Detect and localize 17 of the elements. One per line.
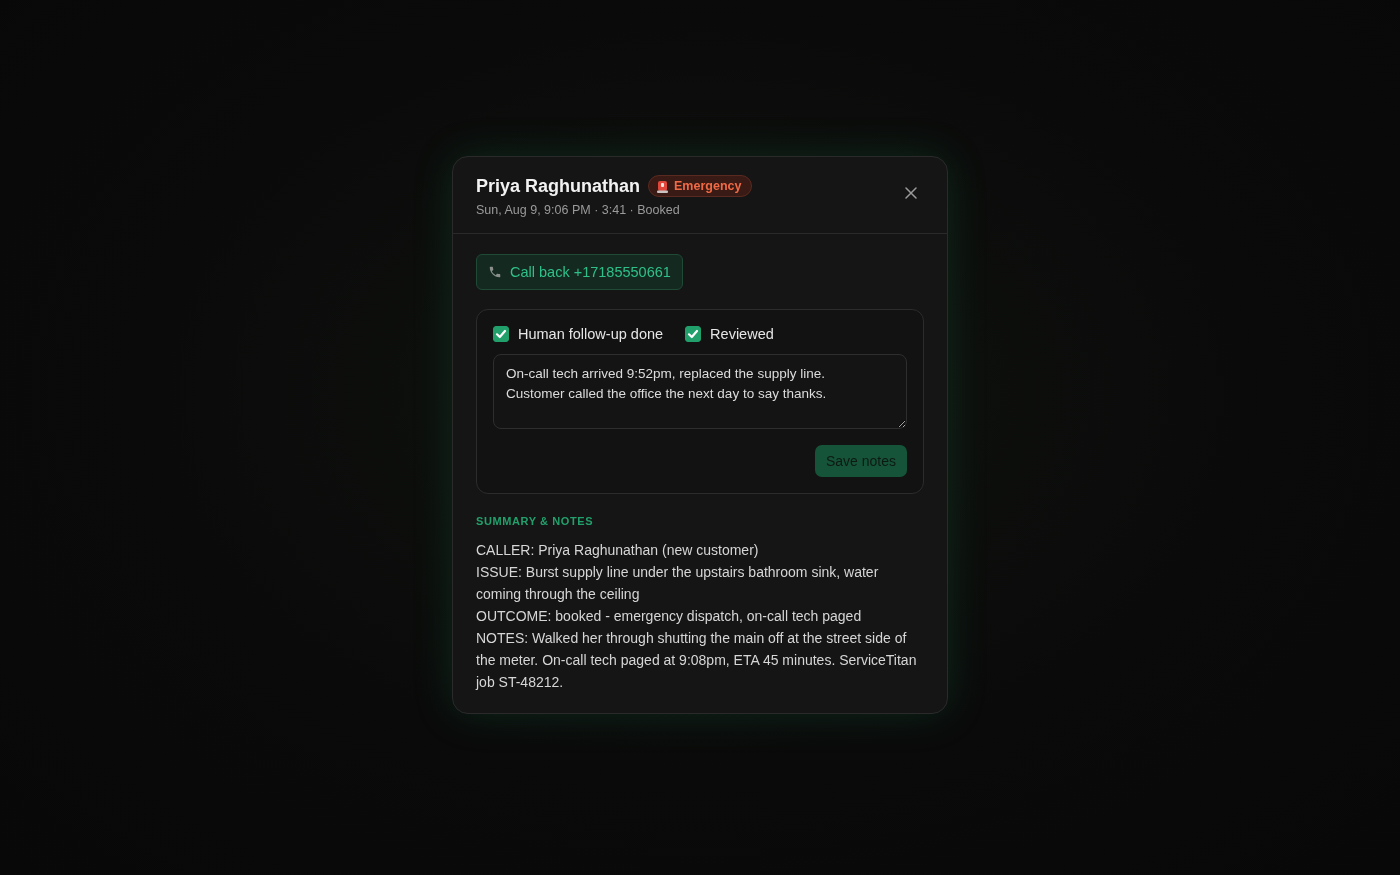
call-meta: Sun, Aug 9, 9:06 PM · 3:41 · Booked (476, 203, 681, 217)
checkbox[interactable] (493, 326, 509, 342)
summary-line: CALLER: Priya Raghunathan (new customer) (476, 541, 760, 560)
summary-line: NOTES: Walked her through shutting the main off at the street side of the meter. On-call tech paged at 9:08pm, ETA 45 minutes. ServiceTitan job ST-48212. (476, 629, 918, 692)
close-icon (905, 187, 917, 199)
summary-line: OUTCOME: booked - emergency dispatch, on-call tech paged (476, 607, 863, 626)
call-back-button[interactable]: Call back +17185550661 (476, 254, 683, 290)
dialog-title: Priya Raghunathan (476, 175, 641, 197)
section-heading: SUMMARY & NOTES (476, 515, 595, 527)
phone-icon (488, 265, 502, 279)
badge-label: Emergency (674, 179, 742, 193)
notes-field[interactable]: On-call tech arrived 9:52pm, replaced the supply line. Customer called the office the next day to say thanks. (493, 354, 907, 429)
siren-icon (657, 179, 669, 193)
checkbox-label: Reviewed (710, 326, 774, 342)
checkbox-label: Human follow-up done (518, 326, 664, 342)
checkbox[interactable] (685, 326, 702, 342)
summary-line: ISSUE: Burst supply line under the upstairs bathroom sink, water coming through the ceiling (476, 563, 880, 604)
